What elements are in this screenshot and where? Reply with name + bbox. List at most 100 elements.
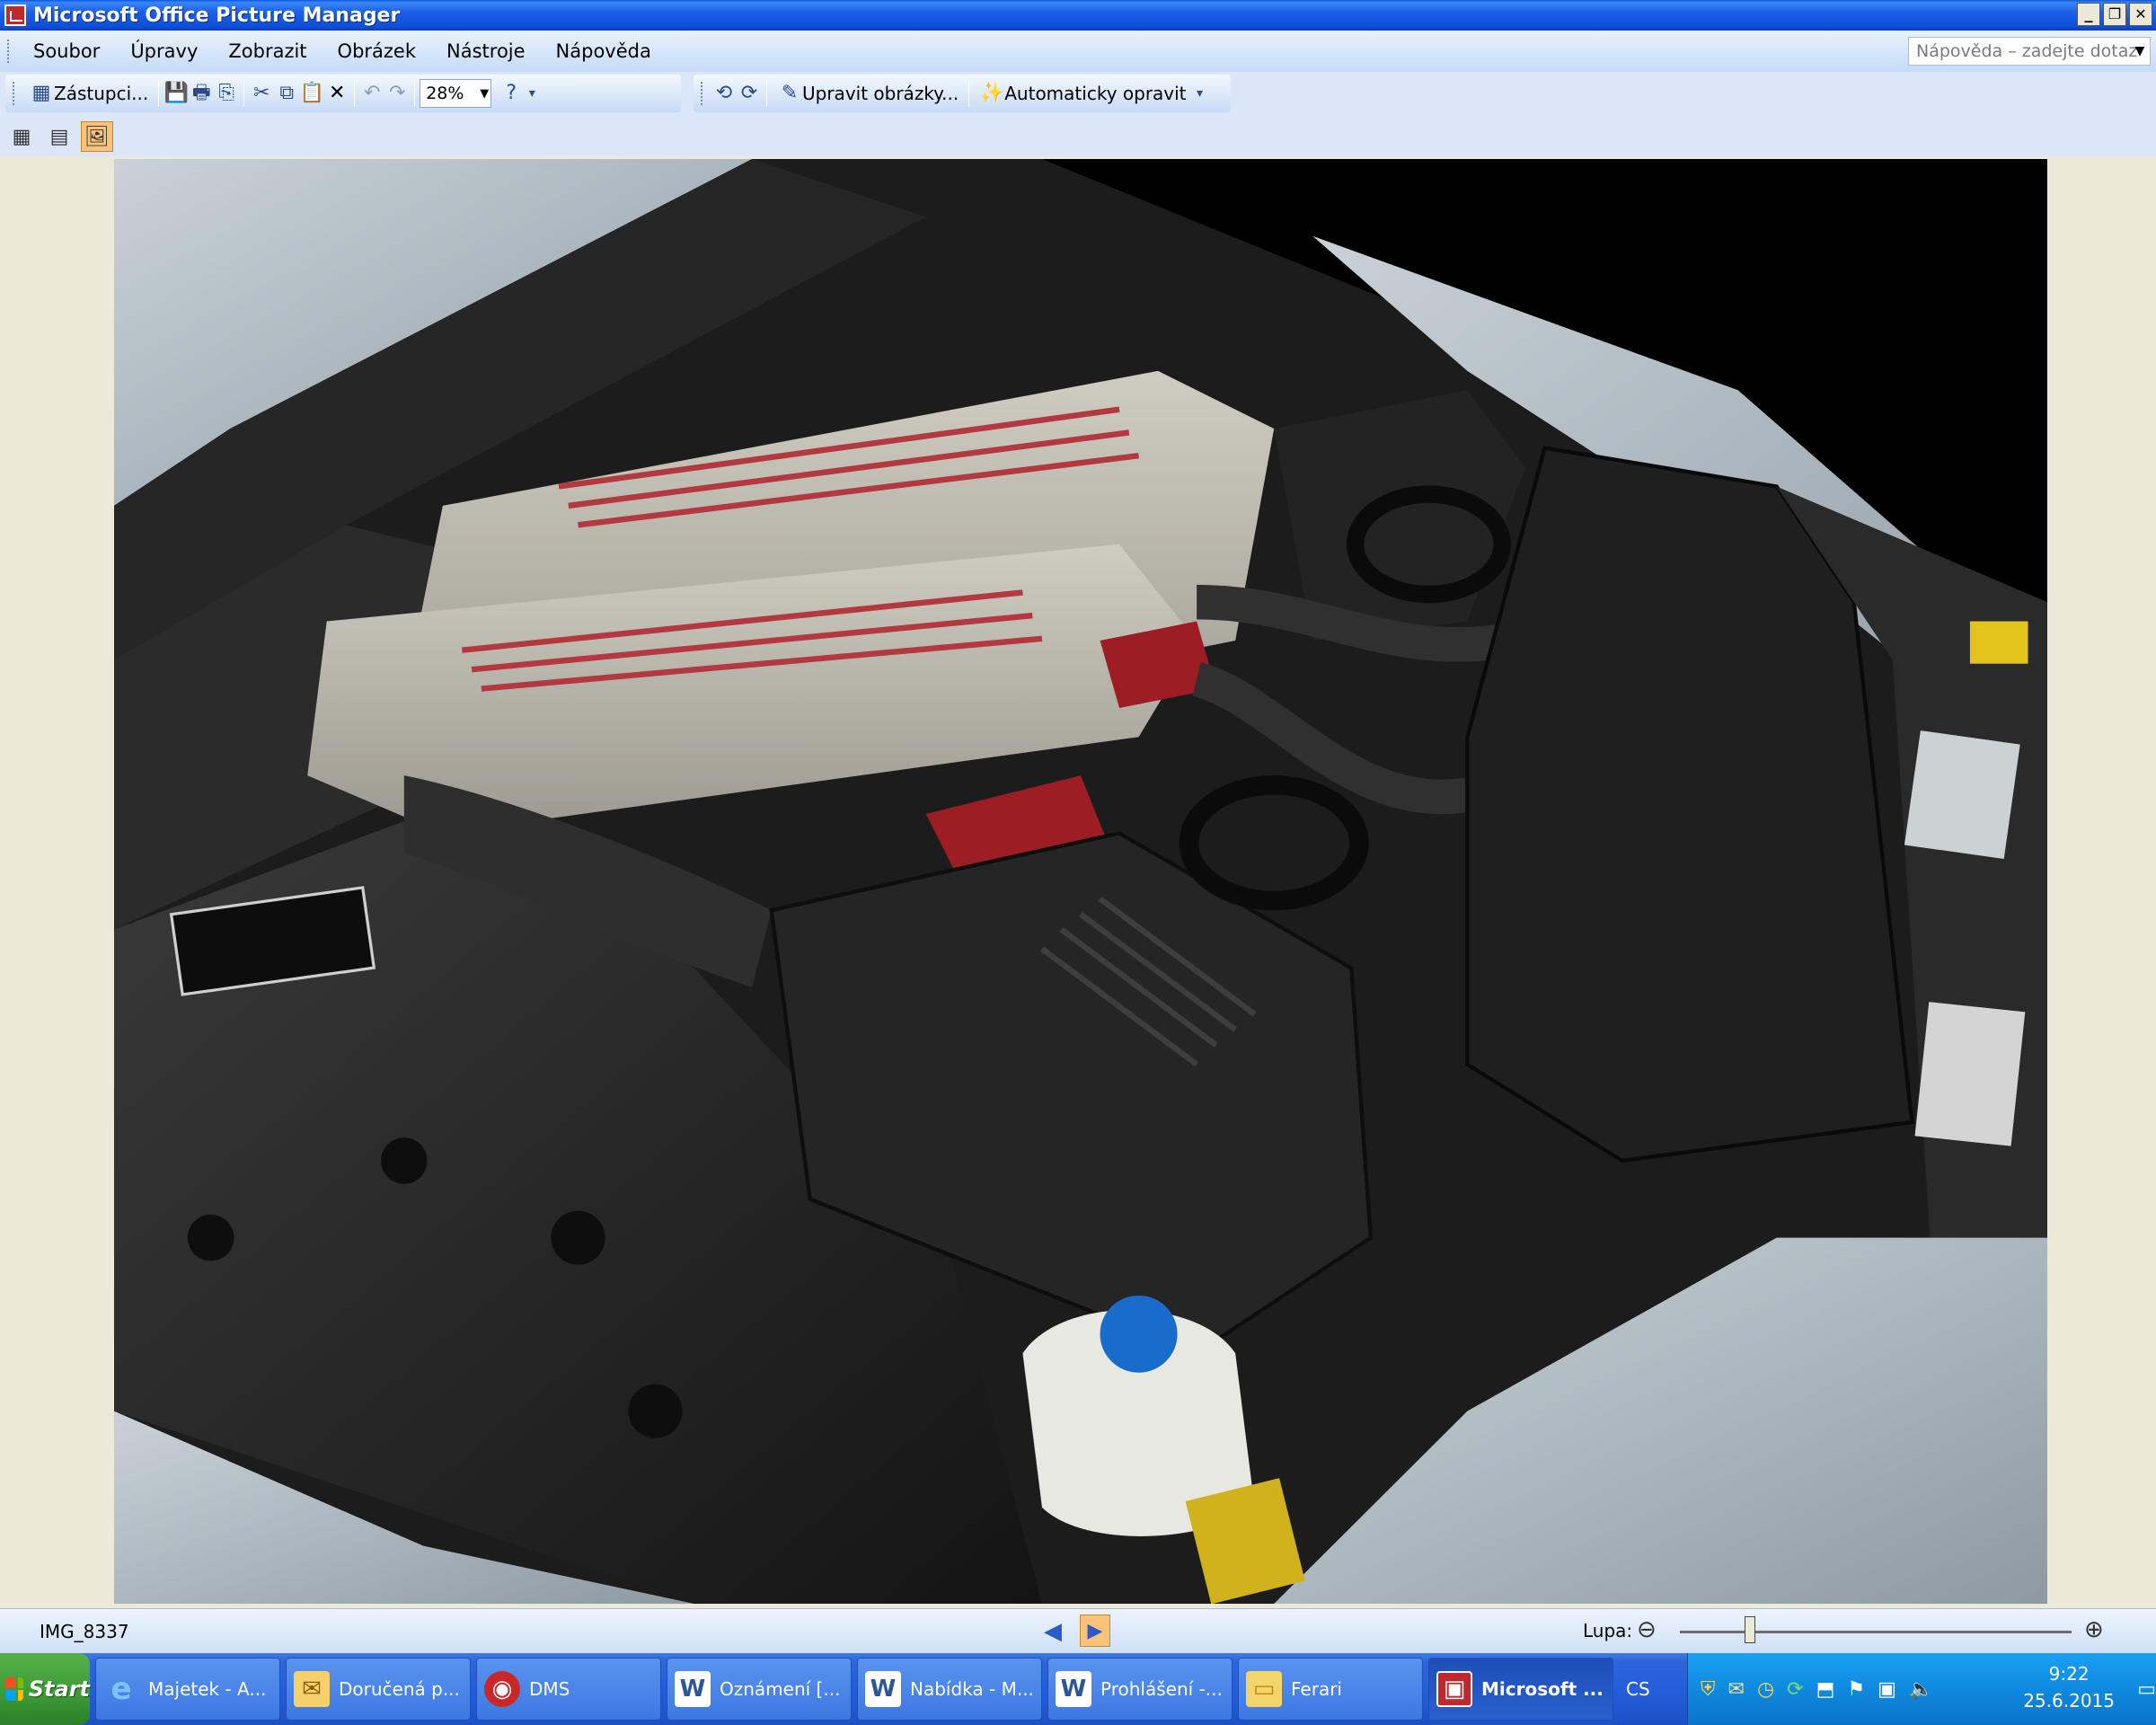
cut-icon[interactable]: ✂ bbox=[249, 81, 274, 106]
menu-soubor[interactable]: Soubor bbox=[18, 40, 115, 62]
previous-picture-icon[interactable]: ◀ bbox=[1044, 1618, 1062, 1645]
edit-pictures-icon: ✎ bbox=[781, 82, 799, 104]
calendar-reminder-icon[interactable]: ◷ bbox=[1757, 1678, 1774, 1701]
taskbar-item-majetek[interactable]: e Majetek - A... bbox=[95, 1658, 280, 1721]
security-shield-icon[interactable]: ⛨ bbox=[1701, 1678, 1716, 1701]
zoom-out-icon[interactable]: ⊖ bbox=[1637, 1616, 1657, 1643]
delete-icon[interactable]: ✕ bbox=[324, 81, 349, 106]
auto-correct-button[interactable]: ✨ Automaticky opravit bbox=[974, 77, 1191, 110]
zoom-slider-thumb[interactable] bbox=[1745, 1616, 1756, 1643]
help-search-placeholder: Nápověda – zadejte dotaz bbox=[1916, 41, 2138, 61]
redo-icon[interactable]: ↷ bbox=[384, 81, 410, 106]
help-icon[interactable]: ? bbox=[499, 81, 524, 106]
menu-obrazek[interactable]: Obrázek bbox=[323, 40, 431, 62]
help-search-input[interactable]: Nápověda – zadejte dotaz ▼ bbox=[1908, 37, 2151, 66]
sync-icon[interactable]: ⟳ bbox=[1787, 1678, 1803, 1701]
minimize-button[interactable]: _ bbox=[2077, 3, 2100, 26]
picture-viewer[interactable] bbox=[0, 156, 2156, 1606]
status-bar: IMG_8337 ◀ ▶ Lupa: ⊖ ⊕ bbox=[0, 1608, 2156, 1653]
filmstrip-view-button[interactable]: ▤ bbox=[43, 121, 75, 152]
menu-napoveda[interactable]: Nápověda bbox=[541, 40, 667, 62]
rotate-right-icon[interactable]: ⟳ bbox=[737, 81, 762, 106]
zoom-in-icon[interactable]: ⊕ bbox=[2084, 1616, 2104, 1643]
taskbar-item-picture-manager[interactable]: ▣ Microsoft ... bbox=[1428, 1658, 1613, 1721]
taskbar-item-dorucena[interactable]: ✉ Doručená p... bbox=[286, 1658, 471, 1721]
word-icon: W bbox=[865, 1671, 901, 1707]
flag-icon[interactable]: ⚑ bbox=[1847, 1678, 1865, 1701]
task-label: DMS bbox=[529, 1678, 570, 1700]
edit-pictures-label: Upravit obrázky... bbox=[802, 83, 959, 104]
menu-grip[interactable] bbox=[7, 40, 11, 63]
system-tray: ⛨ ✉ ◷ ⟳ ⬒ ⚑ ▣ 🔈 9:22 25.6.2015 ▭ bbox=[1687, 1653, 2156, 1725]
menu-upravy[interactable]: Úpravy bbox=[115, 40, 213, 62]
rotate-left-icon[interactable]: ⟲ bbox=[711, 81, 737, 106]
shortcuts-icon: ▦ bbox=[31, 82, 51, 104]
menu-nastroje[interactable]: Nástroje bbox=[431, 40, 541, 62]
picture-toolbar: ⟲ ⟳ ✎ Upravit obrázky... ✨ Automaticky o… bbox=[694, 75, 1231, 112]
mail-icon[interactable]: ✉ bbox=[1728, 1678, 1745, 1701]
start-button[interactable]: Start bbox=[0, 1653, 90, 1725]
task-label: Prohlášení -... bbox=[1100, 1678, 1223, 1700]
auto-correct-icon: ✨ bbox=[979, 82, 1004, 104]
taskbar-item-prohlaseni[interactable]: W Prohlášení -... bbox=[1047, 1658, 1233, 1721]
taskbar-item-dms[interactable]: ◉ DMS bbox=[476, 1658, 661, 1721]
menu-bar: Soubor Úpravy Zobrazit Obrázek Nástroje … bbox=[0, 31, 2156, 72]
title-bar[interactable]: Microsoft Office Picture Manager _ ❐ ✕ bbox=[0, 0, 2156, 31]
menu-zobrazit[interactable]: Zobrazit bbox=[213, 40, 322, 62]
task-label: Nabídka - M... bbox=[910, 1678, 1034, 1700]
zoom-value: 28% bbox=[426, 84, 464, 103]
toolbar: ▦ Zástupci... 💾 🖶 ⎘ ✂ ⧉ 📋 ✕ ↶ ↷ 28% ▼ ? … bbox=[0, 72, 2156, 117]
task-label: Ferari bbox=[1291, 1678, 1342, 1700]
clock[interactable]: 9:22 25.6.2015 bbox=[2023, 1660, 2115, 1714]
clock-date: 25.6.2015 bbox=[2023, 1690, 2115, 1712]
paste-icon[interactable]: 📋 bbox=[299, 81, 324, 106]
folder-icon: ▭ bbox=[1246, 1671, 1282, 1707]
close-button[interactable]: ✕ bbox=[2129, 3, 2152, 26]
language-indicator[interactable]: CS bbox=[1626, 1678, 1650, 1700]
single-picture-view-button[interactable]: 🖼 bbox=[81, 121, 113, 152]
toolbar-separator bbox=[243, 80, 245, 107]
edit-pictures-button[interactable]: ✎ Upravit obrázky... bbox=[772, 77, 964, 110]
zoom-label: Lupa: bbox=[1583, 1620, 1633, 1641]
toolbar-separator bbox=[414, 80, 416, 107]
taskbar-item-oznameni[interactable]: W Oznámení [... bbox=[667, 1658, 852, 1721]
picture-manager-icon: ▣ bbox=[1436, 1671, 1472, 1707]
engine-bay-photo bbox=[114, 159, 2047, 1604]
picture-manager-window: Microsoft Office Picture Manager _ ❐ ✕ S… bbox=[0, 0, 2156, 1653]
shortcuts-button[interactable]: ▦ Zástupci... bbox=[23, 77, 154, 110]
task-label: Oznámení [... bbox=[720, 1678, 841, 1700]
dms-icon: ◉ bbox=[484, 1671, 520, 1707]
chevron-down-icon[interactable]: ▼ bbox=[2130, 38, 2150, 65]
task-label: Doručená p... bbox=[339, 1678, 460, 1700]
volume-icon[interactable]: 🔈 bbox=[1909, 1678, 1933, 1701]
toolbar-separator bbox=[766, 80, 767, 107]
restore-button[interactable]: ❐ bbox=[2103, 3, 2126, 26]
next-picture-icon[interactable]: ▶ bbox=[1080, 1614, 1110, 1647]
save-icon[interactable]: 💾 bbox=[163, 81, 189, 106]
task-label: Majetek - A... bbox=[148, 1678, 267, 1700]
undo-icon[interactable]: ↶ bbox=[359, 81, 384, 106]
toolbar-options-icon[interactable]: ▾ bbox=[524, 81, 540, 106]
copy-icon[interactable]: ⧉ bbox=[274, 81, 299, 106]
view-mode-bar: ▦ ▤ 🖼 bbox=[0, 117, 2156, 156]
chevron-down-icon: ▼ bbox=[480, 86, 490, 101]
clock-time: 9:22 bbox=[2048, 1663, 2090, 1685]
zoom-select[interactable]: 28% ▼ bbox=[420, 79, 492, 108]
export-icon[interactable]: ⎘ bbox=[214, 81, 239, 106]
office-icon[interactable]: ⬒ bbox=[1816, 1678, 1835, 1701]
zoom-slider-track[interactable] bbox=[1680, 1631, 2072, 1633]
print-icon[interactable]: 🖶 bbox=[189, 81, 214, 106]
toolbar-options-icon[interactable]: ▾ bbox=[1192, 81, 1208, 106]
current-file-name: IMG_8337 bbox=[40, 1620, 129, 1642]
toolbar-grip[interactable] bbox=[13, 82, 16, 105]
windows-logo-icon bbox=[5, 1677, 23, 1701]
taskbar-item-ferari[interactable]: ▭ Ferari bbox=[1238, 1658, 1423, 1721]
taskbar-item-nabidka[interactable]: W Nabídka - M... bbox=[857, 1658, 1042, 1721]
toolbar-grip[interactable] bbox=[701, 82, 704, 105]
task-label: Microsoft ... bbox=[1481, 1678, 1604, 1700]
toolbar-separator bbox=[158, 80, 160, 107]
network-icon[interactable]: ▣ bbox=[1878, 1678, 1896, 1701]
show-desktop-icon[interactable]: ▭ bbox=[2137, 1678, 2156, 1701]
taskbar: Start e Majetek - A... ✉ Doručená p... ◉… bbox=[0, 1653, 2156, 1725]
thumbnail-view-button[interactable]: ▦ bbox=[5, 121, 38, 152]
